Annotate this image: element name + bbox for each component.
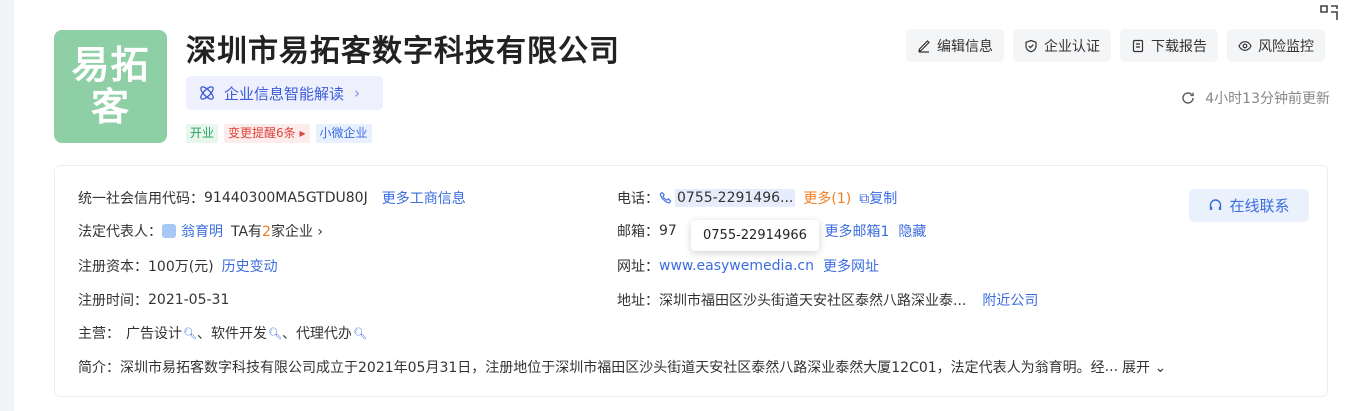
copy-icon: ⧉ — [859, 191, 870, 207]
search-icon[interactable]: 🔍︎ — [183, 327, 197, 340]
online-contact-label: 在线联系 — [1229, 197, 1290, 215]
capital-value: 100万(元) — [148, 259, 214, 275]
capital-label: 注册资本： — [78, 259, 148, 275]
company-info-card: 统一社会信用代码： 91440300MA5GTDU80J 更多工商信息 法定代表… — [54, 165, 1328, 397]
company-tags: 开业 变更提醒6条 ▸ 小微企业 — [186, 124, 372, 143]
legal-ta-suffix: 家企业 — [270, 224, 313, 240]
company-name: 深圳市易拓客数字科技有限公司 — [186, 34, 620, 69]
logo-line-2: 客 — [90, 85, 130, 129]
website-more-link[interactable]: 更多网址 — [823, 256, 879, 276]
copy-label: 复制 — [869, 191, 898, 207]
edit-info-label: 编辑信息 — [937, 38, 993, 55]
search-icon[interactable]: 🔍︎ — [353, 327, 367, 340]
search-icon[interactable]: 🔍︎ — [268, 327, 282, 340]
certify-button[interactable]: 企业认证 — [1013, 29, 1111, 62]
credit-code-value: 91440300MA5GTDU80J — [204, 190, 368, 206]
risk-monitor-button[interactable]: 风险监控 — [1227, 29, 1325, 62]
left-edge-strip — [0, 0, 14, 411]
risk-monitor-label: 风险监控 — [1258, 38, 1314, 55]
chevron-right-icon: › — [354, 84, 361, 102]
legal-ta-companies[interactable]: TA有2家企业 › — [231, 221, 323, 241]
reg-time-row: 注册时间： 2021-05-31 — [78, 290, 229, 310]
email-value-start[interactable]: 97 — [659, 223, 677, 239]
qr-corner-icon[interactable] — [1319, 4, 1339, 22]
reg-time-value: 2021-05-31 — [148, 292, 230, 308]
online-contact-button[interactable]: 在线联系 — [1189, 189, 1309, 222]
main-business-label: 主营： — [78, 326, 120, 342]
person-avatar-icon — [162, 224, 176, 238]
website-link[interactable]: www.easywemedia.cn — [659, 258, 814, 274]
chevron-right-icon: › — [312, 224, 324, 240]
website-row: 网址： www.easywemedia.cn 更多网址 — [617, 256, 879, 276]
certify-label: 企业认证 — [1044, 38, 1100, 55]
download-report-label: 下载报告 — [1151, 38, 1207, 55]
ai-atom-icon — [200, 86, 214, 100]
email-hide-link[interactable]: 隐藏 — [898, 221, 926, 241]
change-reminder-label: 变更提醒6条 — [228, 126, 296, 140]
intro-row: 简介： 深圳市易拓客数字科技有限公司成立于2021年05月31日，注册地位于深圳… — [78, 357, 1167, 377]
ai-interpret-label: 企业信息智能解读 — [224, 84, 345, 103]
headset-icon — [1210, 199, 1222, 210]
capital-row: 注册资本： 100万(元) 历史变动 — [78, 256, 278, 276]
update-time: 4小时13分钟前更新 — [1205, 91, 1330, 107]
phone-icon — [659, 191, 672, 204]
legal-ta-prefix: TA有 — [231, 224, 263, 240]
change-reminder-badge[interactable]: 变更提醒6条 ▸ — [224, 124, 310, 143]
legal-ta-count: 2 — [262, 224, 271, 240]
company-logo: 易拓 客 — [54, 30, 167, 143]
eye-icon — [1238, 40, 1252, 51]
company-size-badge: 小微企业 — [315, 124, 372, 143]
copy-button[interactable]: ⧉复制 — [859, 188, 897, 208]
reg-time-label: 注册时间： — [78, 293, 148, 309]
triangle-right-icon: ▸ — [295, 126, 306, 140]
edit-info-button[interactable]: 编辑信息 — [906, 29, 1004, 62]
phone-value[interactable]: 0755-2291496... — [675, 189, 796, 207]
logo-line-1: 易拓 — [71, 43, 150, 87]
document-icon — [1132, 39, 1144, 52]
more-business-info-link[interactable]: 更多工商信息 — [382, 188, 466, 208]
intro-text: 深圳市易拓客数字科技有限公司成立于2021年05月31日，注册地位于深圳市福田区… — [120, 360, 1105, 376]
expand-label: 展开 — [1122, 360, 1151, 376]
credit-code-row: 统一社会信用代码： 91440300MA5GTDU80J 更多工商信息 — [78, 188, 466, 208]
legal-rep-label: 法定代表人： — [78, 224, 162, 240]
header-actions: 编辑信息 企业认证 下载报告 风险监控 — [906, 29, 1325, 62]
phone-row: 电话： 0755-2291496... 更多(1) ⧉复制 — [617, 188, 897, 208]
chevron-down-icon: ⌄ — [1150, 360, 1167, 376]
website-label: 网址： — [617, 259, 659, 275]
email-more-link[interactable]: 更多邮箱1 — [824, 221, 889, 241]
ai-interpret-button[interactable]: 企业信息智能解读 › — [186, 76, 383, 110]
legal-rep-row: 法定代表人： 翁育明 TA有2家企业 › — [78, 221, 323, 241]
expand-button[interactable]: 展开 ⌄ — [1122, 357, 1166, 377]
status-badge: 开业 — [186, 124, 219, 143]
credit-code-label: 统一社会信用代码： — [78, 191, 204, 207]
main-item-3[interactable]: 代理代办 — [296, 323, 352, 343]
phone-more-link[interactable]: 更多(1) — [803, 188, 851, 208]
phone-tooltip: 0755-22914966 — [691, 220, 819, 251]
address-value[interactable]: 深圳市福田区沙头街道天安社区泰然八路深业泰... — [659, 290, 966, 310]
pen-icon — [918, 39, 930, 53]
update-status: 4小时13分钟前更新 — [1181, 88, 1330, 108]
phone-label: 电话： — [617, 191, 659, 207]
capital-history-link[interactable]: 历史变动 — [222, 256, 278, 276]
main-item-2[interactable]: 软件开发 — [211, 323, 267, 343]
legal-rep-name[interactable]: 翁育明 — [181, 221, 223, 241]
email-label: 邮箱： — [617, 224, 659, 240]
refresh-icon[interactable] — [1181, 91, 1195, 105]
download-report-button[interactable]: 下载报告 — [1120, 29, 1218, 62]
nearby-companies-link[interactable]: 附近公司 — [982, 290, 1038, 310]
intro-label: 简介： — [78, 360, 120, 376]
address-label: 地址： — [617, 293, 659, 309]
main-business-row: 主营： 广告设计 🔍︎、 软件开发 🔍︎、 代理代办 🔍︎ — [78, 323, 367, 343]
address-row: 地址： 深圳市福田区沙头街道天安社区泰然八路深业泰... 附近公司 — [617, 290, 1038, 310]
shield-check-icon — [1025, 39, 1037, 52]
main-item-1[interactable]: 广告设计 — [126, 323, 182, 343]
